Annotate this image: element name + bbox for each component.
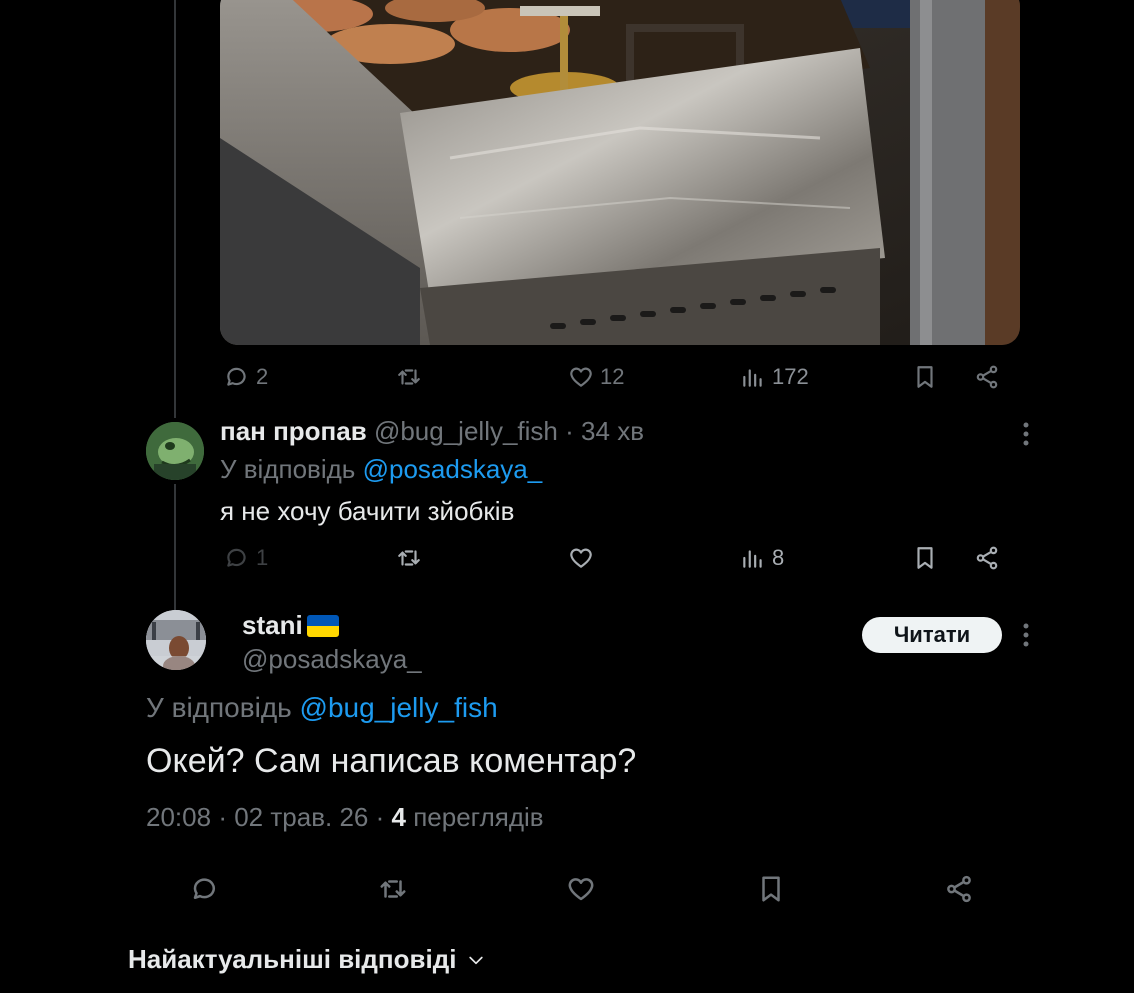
bookmark-action[interactable] [756,874,786,904]
views-action[interactable]: 172 [740,364,809,390]
chevron-down-icon [469,956,484,964]
reply-context: У відповідь @posadskaya_ [220,454,542,485]
views-label: переглядів [413,802,544,832]
repost-icon [380,880,406,898]
repost-action[interactable] [396,545,422,571]
person-avatar-icon [146,610,206,670]
repost-action[interactable] [378,874,408,904]
heart-icon [568,878,594,901]
reply-to-link[interactable]: @bug_jelly_fish [300,692,498,723]
bookmark-icon [762,876,780,902]
heart-icon [570,548,592,568]
share-action[interactable] [974,364,1000,390]
views-count[interactable]: 4 [392,802,406,832]
separator: · [565,416,574,446]
sort-label: Найактуальніші відповіді [128,944,457,974]
reply-prefix: У відповідь [146,692,292,723]
timestamp[interactable]: 20:08 [146,802,211,832]
bookmark-icon [917,547,933,569]
share-icon [976,365,998,389]
like-count: 12 [600,364,625,389]
reply-action[interactable]: 2 [224,364,268,390]
reply-action[interactable]: 1 [224,545,268,571]
bookmark-icon [917,366,933,388]
display-name[interactable]: пан пропав [220,416,367,446]
view-count: 172 [772,364,809,389]
heart-icon [570,367,592,387]
share-icon [976,546,998,570]
separator: · [218,802,227,832]
thread-line [174,484,176,610]
reply-to-link[interactable]: @posadskaya_ [363,454,543,484]
share-icon [947,875,971,903]
repost-action[interactable] [396,364,428,390]
follow-button[interactable]: Читати [862,617,1002,653]
date[interactable]: 02 трав. 26 [234,802,368,832]
share-action[interactable] [944,874,974,904]
reply-context: У відповідь @bug_jelly_fish [146,692,498,724]
separator: · [375,802,385,832]
handle[interactable]: @posadskaya_ [242,644,422,675]
reply-action[interactable] [190,874,220,904]
analytics-icon [743,369,762,387]
analytics-icon [743,550,762,568]
tweet-meta: 20:08 · 02 трав. 26 · 4 переглядів [146,802,544,833]
sort-replies-dropdown[interactable]: Найактуальніші відповіді [128,944,486,975]
more-icon[interactable] [1016,621,1036,649]
display-name[interactable]: stani [242,610,303,641]
reply-prefix: У відповідь [220,454,356,484]
view-count: 8 [772,545,785,570]
author-name-row: stani [242,610,339,641]
avatar[interactable] [146,610,206,670]
tweet-photo[interactable] [220,0,1020,345]
bookmark-action[interactable] [912,545,938,571]
like-action[interactable] [566,874,596,904]
handle[interactable]: @bug_jelly_fish [374,416,558,446]
reply-icon [227,548,246,567]
reply-icon [227,367,246,386]
like-action[interactable] [568,545,594,571]
repost-icon [398,550,420,566]
ukraine-flag-icon [306,614,339,637]
tweet-text: я не хочу бачити зйобків [220,496,515,526]
views-action[interactable]: 8 [740,545,784,571]
repost-icon [398,369,420,385]
avatar[interactable] [146,422,204,480]
follow-label: Читати [893,622,971,647]
reply-count: 1 [256,545,269,570]
reply-header: пан пропав @bug_jelly_fish · 34 хв [220,416,644,447]
more-icon[interactable] [1016,420,1036,448]
reply-icon [193,878,215,899]
thread-line [174,0,176,418]
frog-avatar-icon [146,422,204,480]
timestamp[interactable]: 34 хв [581,416,644,446]
reply-count: 2 [256,364,269,389]
like-action[interactable]: 12 [568,364,624,390]
tweet-text: Окей? Сам написав коментар? [146,742,637,780]
share-action[interactable] [974,545,1000,571]
bookmark-action[interactable] [912,364,938,390]
